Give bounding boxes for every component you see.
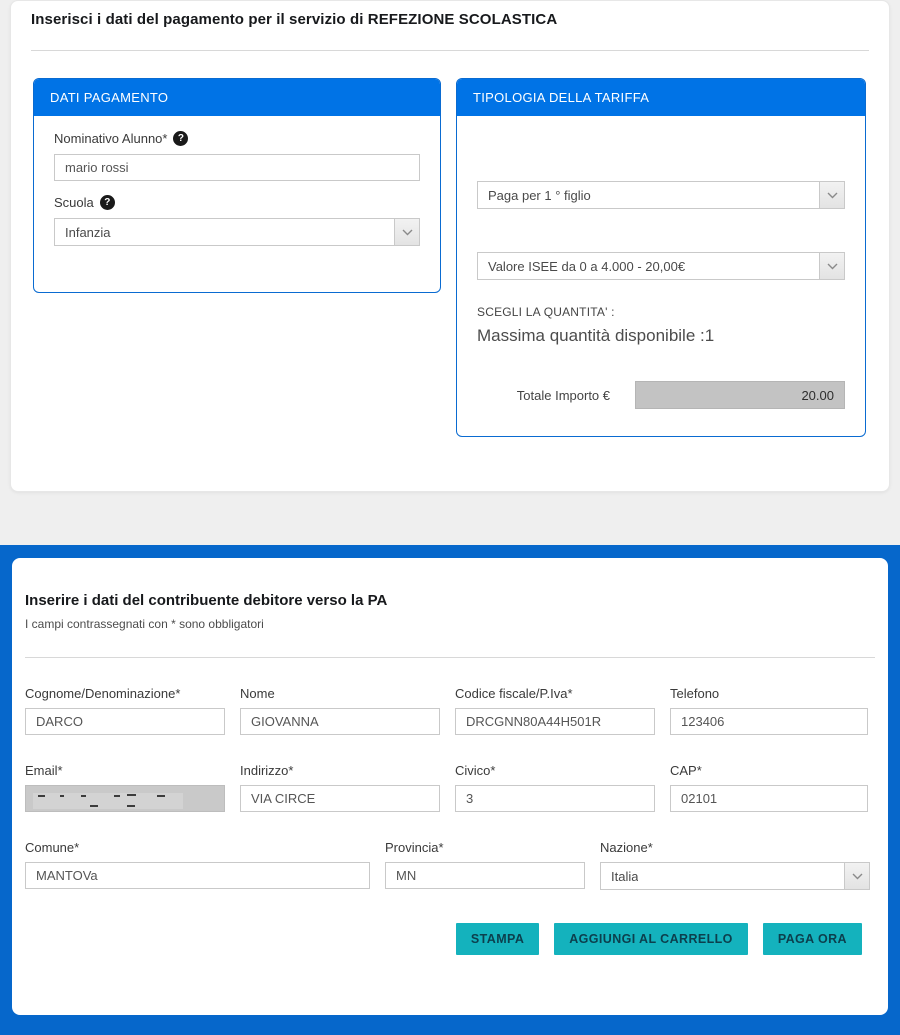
codice-fiscale-label: Codice fiscale/P.Iva* — [455, 686, 655, 701]
divider — [25, 657, 875, 658]
panels-container: DATI PAGAMENTO Nominativo Alunno* ? Scuo… — [31, 78, 869, 437]
chevron-down-icon — [394, 219, 419, 245]
indirizzo-label: Indirizzo* — [240, 763, 440, 778]
help-icon[interactable]: ? — [100, 195, 115, 210]
nazione-select[interactable]: Italia — [600, 862, 870, 890]
payment-data-card: Inserisci i dati del pagamento per il se… — [10, 0, 890, 492]
civico-input[interactable] — [455, 785, 655, 812]
figlio-select[interactable]: Paga per 1 ° figlio — [477, 181, 845, 209]
scuola-label: Scuola ? — [54, 195, 420, 210]
paga-ora-button[interactable]: PAGA ORA — [763, 923, 862, 955]
figlio-select-value: Paga per 1 ° figlio — [478, 188, 591, 203]
totale-importo-label: Totale Importo € — [517, 388, 610, 403]
dati-pagamento-panel: DATI PAGAMENTO Nominativo Alunno* ? Scuo… — [33, 78, 441, 293]
massima-quantita-text: Massima quantità disponibile :1 — [477, 326, 845, 346]
debtor-row-1: Cognome/Denominazione* Nome Codice fisca… — [25, 686, 875, 735]
isee-select[interactable]: Valore ISEE da 0 a 4.000 - 20,00€ — [477, 252, 845, 280]
divider — [31, 50, 869, 51]
nazione-select-value: Italia — [601, 869, 638, 884]
provincia-input[interactable] — [385, 862, 585, 889]
scuola-select-value: Infanzia — [55, 225, 111, 240]
civico-label: Civico* — [455, 763, 655, 778]
tipologia-tariffa-body: Paga per 1 ° figlio Valore ISEE da 0 a 4… — [457, 116, 865, 409]
page-title: Inserisci i dati del pagamento per il se… — [31, 11, 869, 28]
provincia-label: Provincia* — [385, 840, 585, 855]
aggiungi-al-carrello-button[interactable]: AGGIUNGI AL CARRELLO — [554, 923, 748, 955]
nome-input[interactable] — [240, 708, 440, 735]
codice-fiscale-input[interactable] — [455, 708, 655, 735]
email-input-disabled-redacted — [25, 785, 225, 812]
totale-importo-value: 20.00 — [635, 381, 845, 409]
debtor-subtitle: I campi contrassegnati con * sono obblig… — [25, 617, 875, 631]
nominativo-alunno-label: Nominativo Alunno* ? — [54, 131, 420, 146]
tipologia-tariffa-panel: TIPOLOGIA DELLA TARIFFA Paga per 1 ° fig… — [456, 78, 866, 437]
chevron-down-icon — [819, 253, 844, 279]
debtor-title: Inserire i dati del contribuente debitor… — [25, 558, 875, 609]
cognome-label: Cognome/Denominazione* — [25, 686, 225, 701]
dati-pagamento-header: DATI PAGAMENTO — [34, 79, 440, 116]
cap-label: CAP* — [670, 763, 868, 778]
nominativo-alunno-input[interactable] — [54, 154, 420, 181]
email-label: Email* — [25, 763, 225, 778]
debtor-row-2: Email* Indirizzo* Civico* CAP* — [25, 763, 875, 812]
debtor-card: Inserire i dati del contribuente debitor… — [12, 558, 888, 1015]
help-icon[interactable]: ? — [173, 131, 188, 146]
cognome-input[interactable] — [25, 708, 225, 735]
chevron-down-icon — [819, 182, 844, 208]
nome-label: Nome — [240, 686, 440, 701]
scuola-select[interactable]: Infanzia — [54, 218, 420, 246]
comune-label: Comune* — [25, 840, 370, 855]
telefono-input[interactable] — [670, 708, 868, 735]
chevron-down-icon — [844, 863, 869, 889]
telefono-label: Telefono — [670, 686, 868, 701]
tipologia-tariffa-header: TIPOLOGIA DELLA TARIFFA — [457, 79, 865, 116]
debtor-section: Inserire i dati del contribuente debitor… — [0, 545, 900, 1035]
actions-row: STAMPA AGGIUNGI AL CARRELLO PAGA ORA — [25, 923, 875, 955]
indirizzo-input[interactable] — [240, 785, 440, 812]
dati-pagamento-body: Nominativo Alunno* ? Scuola ? Infanzia — [34, 116, 440, 246]
isee-select-value: Valore ISEE da 0 a 4.000 - 20,00€ — [478, 259, 685, 274]
totale-importo-row: Totale Importo € 20.00 — [477, 381, 845, 409]
nazione-label: Nazione* — [600, 840, 870, 855]
scegli-quantita-label: SCEGLI LA QUANTITA' : — [477, 305, 845, 319]
debtor-row-3: Comune* Provincia* Nazione* Italia — [25, 840, 875, 890]
stampa-button[interactable]: STAMPA — [456, 923, 539, 955]
comune-input[interactable] — [25, 862, 370, 889]
cap-input[interactable] — [670, 785, 868, 812]
